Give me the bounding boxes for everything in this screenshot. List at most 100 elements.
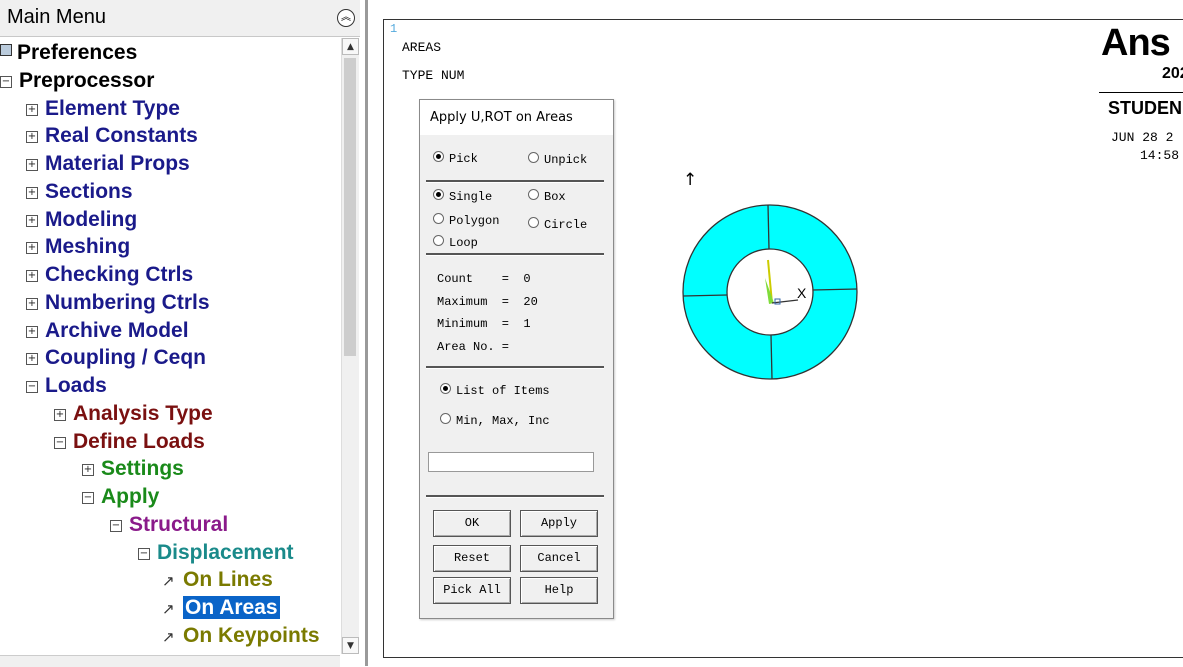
menu-item[interactable]: + Modeling [26, 206, 137, 234]
collapse-minus-icon[interactable]: − [82, 492, 94, 504]
dialog-separator [426, 366, 604, 369]
list-of-items-radio[interactable]: List of Items [440, 383, 550, 398]
expand-plus-icon[interactable]: + [26, 270, 38, 282]
menu-item-label: Preprocessor [19, 69, 155, 92]
collapse-minus-icon[interactable]: − [54, 437, 66, 449]
single-radio-label: Single [449, 190, 493, 204]
menu-item-label: Displacement [157, 541, 294, 564]
menu-item[interactable]: + Material Props [26, 150, 190, 178]
polygon-radio[interactable]: Polygon [433, 213, 499, 228]
menu-item-label: Define Loads [73, 430, 205, 453]
dialog-titlebar[interactable]: Apply U,ROT on Areas [420, 100, 613, 135]
x-axis-triad [771, 299, 799, 304]
menu-item-label: Numbering Ctrls [45, 291, 210, 314]
scroll-up-arrow-icon[interactable]: ▲ [342, 38, 359, 55]
cursor-arrow-icon: ↑ [683, 170, 698, 190]
expand-plus-icon[interactable]: + [26, 298, 38, 310]
menu-item-label: Preferences [17, 41, 138, 64]
menu-item-label: Element Type [45, 97, 180, 120]
menu-item[interactable]: + Element Type [26, 95, 180, 123]
expand-plus-icon[interactable]: + [26, 215, 38, 227]
double-chevron-up-icon[interactable]: ︽ [337, 9, 355, 27]
count-readout: Count = 0 [437, 272, 531, 286]
menu-item[interactable]: ↗ On Keypoints [162, 622, 320, 650]
menu-item[interactable]: + Analysis Type [54, 400, 213, 428]
cancel-button[interactable]: Cancel [520, 545, 598, 572]
expand-plus-icon[interactable]: + [26, 187, 38, 199]
menu-item[interactable]: + Numbering Ctrls [26, 289, 210, 317]
menu-item[interactable]: + Archive Model [26, 317, 189, 345]
menu-item[interactable]: − Apply [82, 483, 159, 511]
menu-item[interactable]: Preferences [0, 39, 137, 67]
collapse-minus-icon[interactable]: − [0, 76, 12, 88]
menu-item[interactable]: + Coupling / Ceqn [26, 344, 206, 372]
menu-vertical-scrollbar[interactable]: ▲ ▼ [341, 38, 359, 654]
menu-item[interactable]: + Sections [26, 178, 133, 206]
menu-item-label: On Areas [183, 596, 280, 619]
expand-plus-icon[interactable]: + [54, 409, 66, 421]
menu-item[interactable]: − Define Loads [54, 428, 205, 456]
dialog-separator [426, 253, 604, 256]
pick-radio[interactable]: Pick [433, 151, 478, 166]
unpick-radio-label: Unpick [544, 153, 588, 167]
menu-item-label: Modeling [45, 208, 138, 231]
menu-item[interactable]: ↗ On Lines [162, 566, 273, 594]
menu-item-label: Coupling / Ceqn [45, 346, 206, 369]
area-number-readout: Area No. = [437, 340, 510, 354]
command-arrow-icon: ↗ [162, 628, 175, 646]
expand-plus-icon[interactable]: + [26, 326, 38, 338]
menu-item[interactable]: + Meshing [26, 233, 130, 261]
plot-date: JUN 28 2 [1111, 130, 1174, 145]
circle-radio[interactable]: Circle [528, 217, 587, 232]
expand-plus-icon[interactable]: + [26, 159, 38, 171]
z-axis-triad [774, 298, 781, 305]
unpick-radio[interactable]: Unpick [528, 152, 587, 167]
apply-button[interactable]: Apply [520, 510, 598, 537]
loop-radio[interactable]: Loop [433, 235, 478, 250]
expand-plus-icon[interactable]: + [26, 104, 38, 116]
expand-plus-icon[interactable]: + [26, 242, 38, 254]
menu-item[interactable]: − Displacement [138, 539, 294, 567]
ok-button[interactable]: OK [433, 510, 511, 537]
collapse-minus-icon[interactable]: − [110, 520, 122, 532]
box-radio[interactable]: Box [528, 189, 566, 204]
maximum-readout: Maximum = 20 [437, 295, 538, 309]
menu-item-label: On Lines [183, 568, 273, 591]
expand-plus-icon[interactable]: + [26, 353, 38, 365]
radio-unselected-icon [528, 217, 539, 228]
type-num-label: TYPE NUM [402, 68, 465, 83]
expand-plus-icon[interactable]: + [82, 464, 94, 476]
single-radio[interactable]: Single [433, 189, 492, 204]
pick-entry-field[interactable] [428, 452, 594, 472]
menu-item[interactable]: − Structural [110, 511, 228, 539]
menu-item-label: Loads [45, 374, 107, 397]
min-max-inc-label: Min, Max, Inc [456, 414, 550, 428]
radio-selected-icon [440, 383, 451, 394]
main-menu-panel: Main Menu ︽ Preferences − Preprocessor + Ele… [0, 0, 365, 667]
scroll-down-arrow-icon[interactable]: ▼ [342, 637, 359, 654]
menu-item[interactable]: − Loads [26, 372, 107, 400]
min-max-inc-radio[interactable]: Min, Max, Inc [440, 413, 550, 428]
edition-label: STUDEN [1108, 98, 1183, 118]
menu-item-label: Structural [129, 513, 229, 536]
menu-item-label: Archive Model [45, 319, 189, 342]
menu-item[interactable]: + Settings [82, 455, 184, 483]
annulus-area-model[interactable]: X [680, 200, 860, 380]
collapse-minus-icon[interactable]: − [138, 548, 150, 560]
help-button[interactable]: Help [520, 577, 598, 604]
ansys-logo: Ans [1101, 22, 1171, 64]
loop-radio-label: Loop [449, 236, 478, 250]
reset-button[interactable]: Reset [433, 545, 511, 572]
expand-plus-icon[interactable]: + [26, 131, 38, 143]
menu-item[interactable]: + Real Constants [26, 122, 198, 150]
menu-horizontal-scrollbar[interactable] [0, 655, 340, 667]
main-menu-header: Main Menu ︽ [0, 0, 360, 37]
dialog-separator [426, 495, 604, 498]
pick-all-button[interactable]: Pick All [433, 577, 511, 604]
scroll-thumb[interactable] [344, 58, 356, 356]
menu-item[interactable]: ↗ On Areas [162, 594, 280, 622]
collapse-minus-icon[interactable]: − [26, 381, 38, 393]
circle-radio-label: Circle [544, 218, 588, 232]
menu-item[interactable]: − Preprocessor [0, 67, 154, 95]
menu-item[interactable]: + Checking Ctrls [26, 261, 193, 289]
